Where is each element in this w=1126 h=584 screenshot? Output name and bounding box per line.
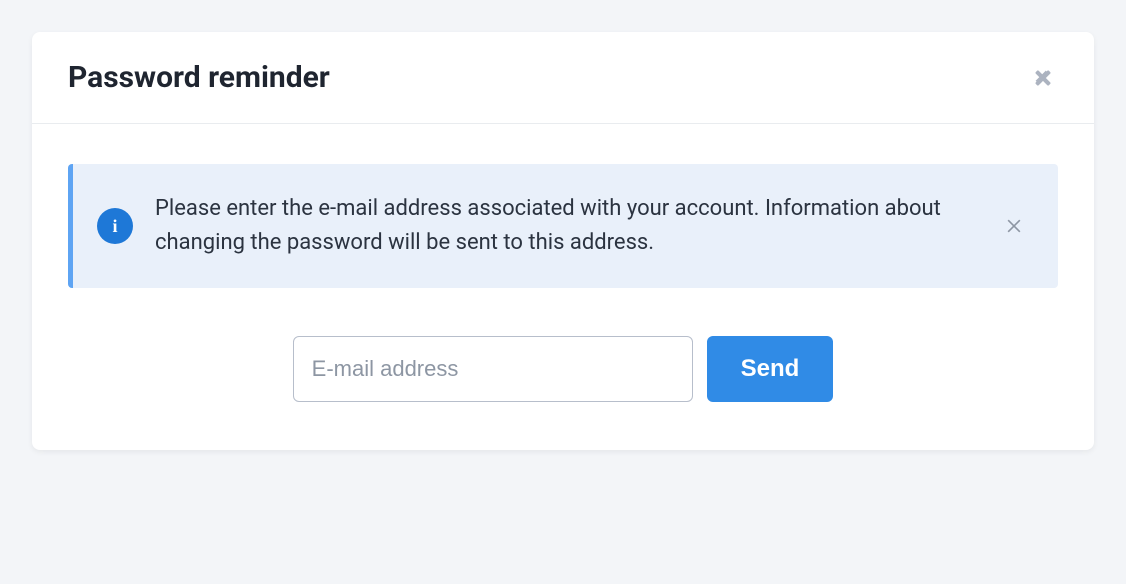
modal-body: i Please enter the e-mail address associ…	[32, 124, 1094, 450]
alert-message: Please enter the e-mail address associat…	[155, 192, 976, 260]
close-icon	[1004, 216, 1024, 236]
send-button[interactable]: Send	[707, 336, 834, 402]
modal-header: Password reminder	[32, 32, 1094, 124]
info-alert: i Please enter the e-mail address associ…	[68, 164, 1058, 288]
alert-dismiss-button[interactable]	[998, 210, 1030, 242]
modal-title: Password reminder	[68, 60, 330, 95]
close-icon	[1032, 67, 1054, 89]
modal-close-button[interactable]	[1028, 63, 1058, 93]
password-reminder-modal: Password reminder i Please enter the e-m…	[32, 32, 1094, 450]
info-icon: i	[97, 208, 133, 244]
email-input[interactable]	[293, 336, 693, 402]
form-row: Send	[68, 336, 1058, 402]
